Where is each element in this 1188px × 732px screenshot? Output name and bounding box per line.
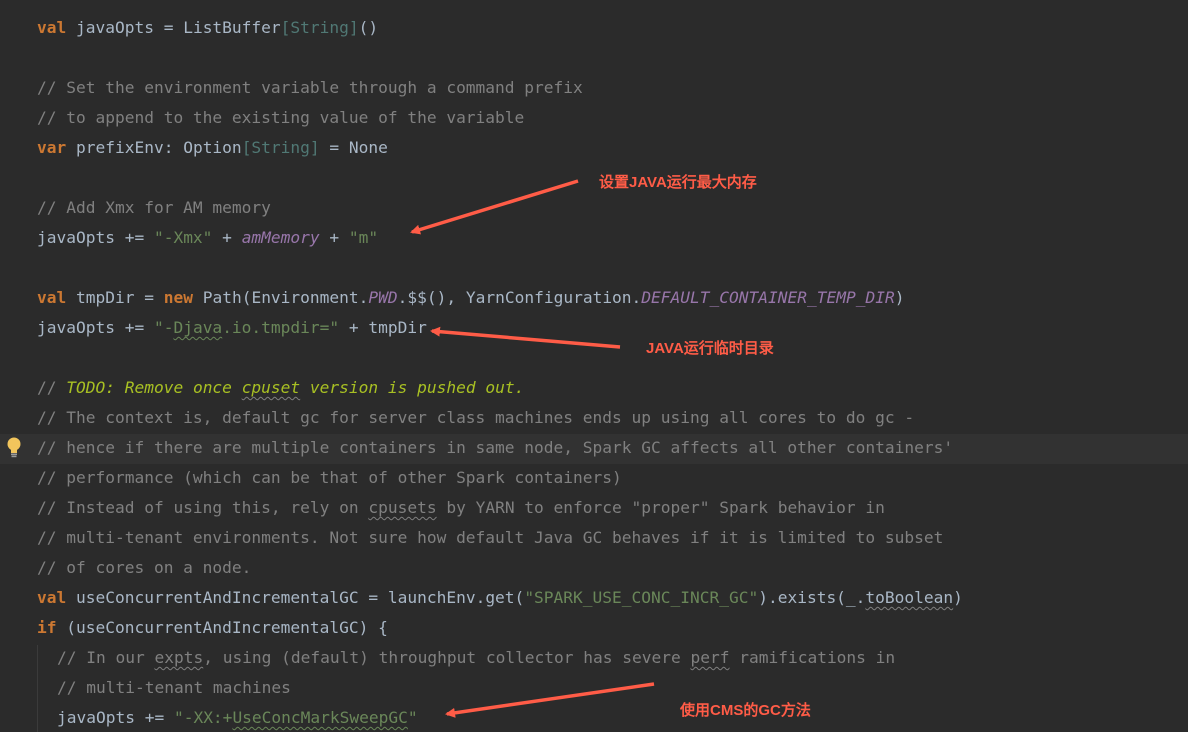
code-line[interactable]: var prefixEnv: Option[String] = None: [37, 133, 388, 163]
code-token: TODO: Remove once: [66, 378, 242, 397]
code-token: // hence if there are multiple container…: [37, 438, 954, 457]
code-line[interactable]: // multi-tenant environments. Not sure h…: [37, 523, 943, 553]
code-line[interactable]: // TODO: Remove once cpuset version is p…: [37, 373, 524, 403]
code-token: ]: [348, 18, 359, 37]
code-token: // multi-tenant machines: [57, 678, 291, 697]
code-line[interactable]: // Add Xmx for AM memory: [37, 193, 271, 223]
code-token: // The context is, default gc for server…: [37, 408, 915, 427]
code-line[interactable]: // In our expts, using (default) through…: [57, 643, 895, 673]
code-token: ramifications in: [729, 648, 896, 667]
code-line[interactable]: // Set the environment variable through …: [37, 73, 583, 103]
code-token: .io.tmpdir=": [222, 318, 340, 337]
code-token: version is pushed out.: [300, 378, 525, 397]
code-token: "-Xmx": [153, 228, 213, 247]
code-token: // to append to the existing value of th…: [37, 108, 525, 127]
code-line[interactable]: // multi-tenant machines: [57, 673, 291, 703]
code-token: "-XX:+: [173, 708, 233, 727]
code-line[interactable]: val javaOpts = ListBuffer[String](): [37, 13, 378, 43]
code-token: , using (default) throughput collector h…: [203, 648, 691, 667]
arrow-max-memory: [410, 179, 579, 235]
lightbulb-icon[interactable]: [5, 436, 23, 458]
code-token: amMemory: [241, 228, 320, 247]
annotation-max-memory: 设置JAVA运行最大内存: [599, 174, 757, 191]
code-line[interactable]: // of cores on a node.: [37, 553, 251, 583]
code-line[interactable]: // to append to the existing value of th…: [37, 103, 524, 133]
code-token: javaOpts +=: [37, 228, 154, 247]
code-token: ": [407, 708, 418, 727]
code-token: Path(Environment.: [192, 288, 369, 307]
code-token: javaOpts = ListBuffer: [66, 18, 281, 37]
editor-gutter[interactable]: [0, 0, 22, 732]
code-token: val: [37, 18, 67, 37]
code-line[interactable]: javaOpts += "-Xmx" + amMemory + "m": [37, 223, 378, 253]
code-token: prefixEnv: Option: [66, 138, 242, 157]
code-line[interactable]: // Instead of using this, rely on cpuset…: [37, 493, 885, 523]
code-token: perf: [690, 648, 730, 667]
code-token: // In our: [57, 648, 155, 667]
code-token: useConcurrentAndIncrementalGC = launchEn…: [66, 588, 525, 607]
code-token: "m": [348, 228, 379, 247]
code-token: //: [37, 378, 67, 397]
code-token: +: [212, 228, 242, 247]
code-token: PWD: [368, 288, 398, 307]
code-token: ).exists(_.: [758, 588, 866, 607]
code-token: [String]: [241, 138, 320, 157]
code-token: var: [37, 138, 67, 157]
code-token: "SPARK_USE_CONC_INCR_GC": [524, 588, 759, 607]
code-token: ): [953, 588, 963, 607]
code-line[interactable]: javaOpts += "-Djava.io.tmpdir=" + tmpDir: [37, 313, 427, 343]
annotation-cms-gc: 使用CMS的GC方法: [680, 702, 811, 719]
code-token: val: [37, 288, 67, 307]
arrow-cms-gc: [445, 682, 655, 718]
indent-guide: [37, 645, 38, 732]
code-token: javaOpts +=: [57, 708, 174, 727]
code-token: // Add Xmx for AM memory: [37, 198, 271, 217]
code-token: val: [37, 588, 67, 607]
code-line[interactable]: // performance (which can be that of oth…: [37, 463, 622, 493]
code-token: .$$(), YarnConfiguration.: [397, 288, 642, 307]
code-line[interactable]: // hence if there are multiple container…: [37, 433, 953, 463]
code-token: [: [280, 18, 291, 37]
code-token: (): [358, 18, 379, 37]
code-token: Djava: [173, 318, 223, 337]
code-token: // multi-tenant environments. Not sure h…: [37, 528, 944, 547]
code-token: = None: [319, 138, 388, 157]
code-token: // performance (which can be that of oth…: [37, 468, 622, 487]
code-token: String: [290, 18, 349, 37]
code-token: javaOpts +=: [37, 318, 154, 337]
code-token: // Instead of using this, rely on: [37, 498, 369, 517]
code-token: UseConcMarkSweepGC: [232, 708, 408, 727]
code-token: cpuset: [241, 378, 301, 397]
code-token: (useConcurrentAndIncrementalGC) {: [56, 618, 388, 637]
code-token: cpusets: [368, 498, 437, 517]
code-token: ): [894, 288, 905, 307]
code-token: new: [163, 288, 193, 307]
code-token: // Set the environment variable through …: [37, 78, 583, 97]
code-line[interactable]: // The context is, default gc for server…: [37, 403, 914, 433]
code-token: toBoolean: [865, 588, 954, 607]
code-line[interactable]: val useConcurrentAndIncrementalGC = laun…: [37, 583, 963, 613]
code-token: tmpDir =: [66, 288, 164, 307]
code-token: +: [319, 228, 349, 247]
code-line[interactable]: if (useConcurrentAndIncrementalGC) {: [37, 613, 388, 643]
code-line[interactable]: javaOpts += "-XX:+UseConcMarkSweepGC": [57, 703, 418, 732]
code-editor[interactable]: val javaOpts = ListBuffer[String]()// Se…: [0, 0, 1188, 732]
arrow-tmp-dir: [430, 326, 621, 349]
code-token: + tmpDir: [339, 318, 427, 337]
code-token: expts: [154, 648, 204, 667]
code-token: DEFAULT_CONTAINER_TEMP_DIR: [641, 288, 895, 307]
code-line[interactable]: val tmpDir = new Path(Environment.PWD.$$…: [37, 283, 904, 313]
code-token: if: [37, 618, 57, 637]
code-token: // of cores on a node.: [37, 558, 252, 577]
code-token: "-: [153, 318, 174, 337]
code-token: by YARN to enforce "proper" Spark behavi…: [436, 498, 885, 517]
annotation-tmp-dir: JAVA运行临时目录: [646, 340, 774, 357]
